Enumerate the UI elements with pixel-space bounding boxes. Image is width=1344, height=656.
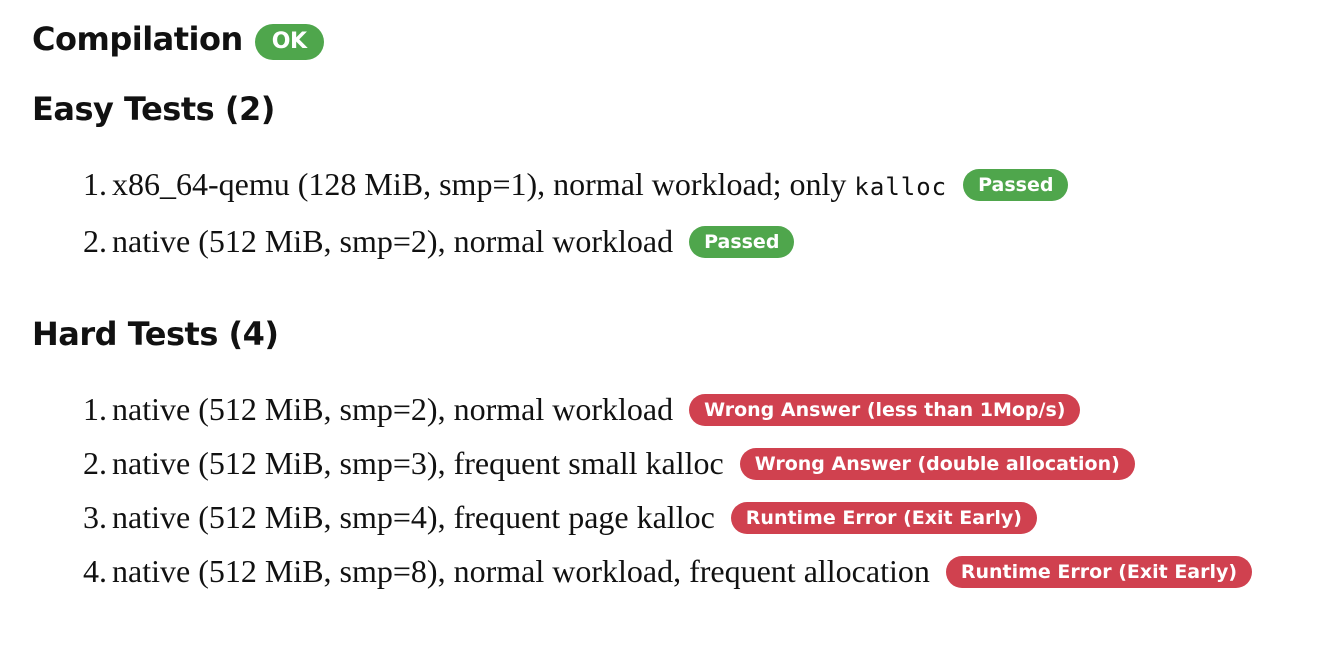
hard-test-item: native (512 MiB, smp=8), normal workload… bbox=[77, 544, 1312, 598]
hard-test-description: native (512 MiB, smp=3), frequent small … bbox=[112, 445, 724, 481]
hard-test-status-badge: Wrong Answer (double allocation) bbox=[739, 447, 1135, 480]
hard-test-status-badge: Runtime Error (Exit Early) bbox=[730, 501, 1037, 534]
hard-tests-list: native (512 MiB, smp=2), normal workload… bbox=[32, 382, 1312, 598]
hard-test-item: native (512 MiB, smp=3), frequent small … bbox=[77, 436, 1312, 490]
easy-test-description: native (512 MiB, smp=2), normal workload bbox=[112, 223, 674, 259]
compilation-heading: Compilation OK bbox=[32, 19, 1312, 60]
easy-tests-heading: Easy Tests (2) bbox=[32, 90, 275, 128]
results-content: Compilation OK Easy Tests (2) x86_64-qem… bbox=[32, 0, 1312, 598]
compilation-status-badge: OK bbox=[254, 24, 324, 60]
easy-test-item: native (512 MiB, smp=2), normal workload… bbox=[77, 214, 1312, 268]
hard-test-description: native (512 MiB, smp=2), normal workload bbox=[112, 391, 674, 427]
hard-test-status-badge: Runtime Error (Exit Early) bbox=[945, 555, 1253, 588]
compilation-title: Compilation bbox=[32, 20, 243, 58]
easy-test-status-badge: Passed bbox=[963, 168, 1069, 201]
easy-test-status-badge: Passed bbox=[689, 225, 795, 258]
hard-test-item: native (512 MiB, smp=2), normal workload… bbox=[77, 382, 1312, 436]
easy-test-description: x86_64-qemu (128 MiB, smp=1), normal wor… bbox=[112, 166, 855, 202]
easy-test-item: x86_64-qemu (128 MiB, smp=1), normal wor… bbox=[77, 157, 1312, 214]
easy-tests-list: x86_64-qemu (128 MiB, smp=1), normal wor… bbox=[32, 157, 1312, 268]
hard-tests-heading: Hard Tests (4) bbox=[32, 315, 279, 353]
hard-test-description: native (512 MiB, smp=8), normal workload… bbox=[112, 553, 930, 589]
hard-test-description: native (512 MiB, smp=4), frequent page k… bbox=[112, 499, 715, 535]
easy-test-code: kalloc bbox=[854, 173, 948, 201]
hard-test-item: native (512 MiB, smp=4), frequent page k… bbox=[77, 490, 1312, 544]
hard-test-status-badge: Wrong Answer (less than 1Mop/s) bbox=[689, 393, 1081, 426]
